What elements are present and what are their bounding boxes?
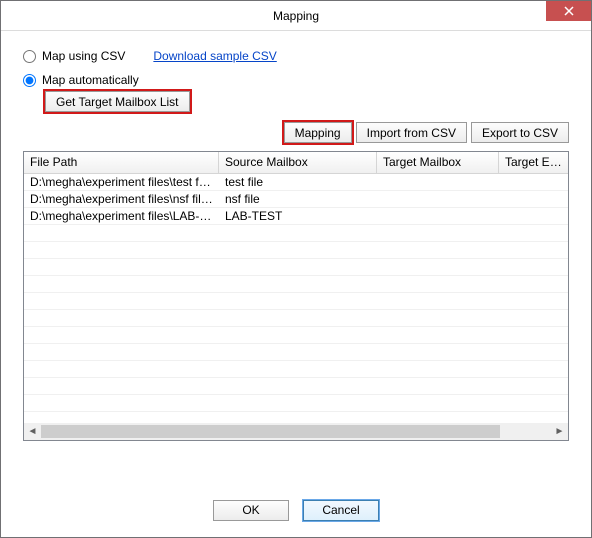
close-icon	[564, 6, 574, 16]
dialog-footer: OK Cancel	[0, 482, 592, 538]
scroll-right-icon[interactable]: ►	[551, 423, 568, 440]
map-auto-row: Map automatically	[23, 73, 569, 87]
close-button[interactable]	[546, 1, 591, 21]
cell-target-mailbox	[377, 208, 499, 225]
download-sample-link[interactable]: Download sample CSV	[153, 49, 276, 63]
titlebar: Mapping	[1, 1, 591, 31]
table-header: File Path Source Mailbox Target Mailbox …	[24, 152, 568, 174]
cell-file-path: D:\megha\experiment files\nsf file.nsf	[24, 191, 219, 208]
cell-source-mailbox: LAB-TEST	[219, 208, 377, 225]
table-body: D:\megha\experiment files\test file.nsf …	[24, 174, 568, 225]
cell-target-mailbox	[377, 191, 499, 208]
col-file-path[interactable]: File Path	[24, 152, 219, 173]
dialog-content: Map using CSV Download sample CSV Map au…	[1, 31, 591, 441]
window-title: Mapping	[273, 9, 319, 23]
import-csv-button[interactable]: Import from CSV	[356, 122, 467, 143]
mapping-button[interactable]: Mapping	[284, 122, 352, 143]
scroll-track[interactable]	[41, 423, 551, 440]
map-csv-label: Map using CSV	[42, 49, 125, 63]
horizontal-scrollbar[interactable]: ◄ ►	[24, 423, 568, 440]
cell-target-mailbox	[377, 174, 499, 191]
get-target-mailbox-button[interactable]: Get Target Mailbox List	[45, 91, 190, 112]
export-csv-button[interactable]: Export to CSV	[471, 122, 569, 143]
table-row[interactable]: D:\megha\experiment files\nsf file.nsf n…	[24, 191, 568, 208]
scroll-left-icon[interactable]: ◄	[24, 423, 41, 440]
cell-source-mailbox: nsf file	[219, 191, 377, 208]
cell-source-mailbox: test file	[219, 174, 377, 191]
table-row[interactable]: D:\megha\experiment files\LAB-TEST... LA…	[24, 208, 568, 225]
get-target-wrap: Get Target Mailbox List	[45, 91, 569, 112]
action-row: Mapping Import from CSV Export to CSV	[23, 122, 569, 143]
col-source-mailbox[interactable]: Source Mailbox	[219, 152, 377, 173]
scroll-thumb[interactable]	[41, 425, 500, 438]
map-csv-row: Map using CSV Download sample CSV	[23, 49, 569, 63]
table-row[interactable]: D:\megha\experiment files\test file.nsf …	[24, 174, 568, 191]
ok-button[interactable]: OK	[213, 500, 289, 521]
cell-file-path: D:\megha\experiment files\test file.nsf	[24, 174, 219, 191]
cell-file-path: D:\megha\experiment files\LAB-TEST...	[24, 208, 219, 225]
map-auto-radio[interactable]	[23, 74, 36, 87]
cell-target-email	[499, 174, 568, 191]
col-target-email[interactable]: Target Email	[499, 152, 568, 173]
col-target-mailbox[interactable]: Target Mailbox	[377, 152, 499, 173]
map-auto-label: Map automatically	[42, 73, 139, 87]
map-csv-radio[interactable]	[23, 50, 36, 63]
mapping-table: File Path Source Mailbox Target Mailbox …	[23, 151, 569, 441]
cell-target-email	[499, 208, 568, 225]
cell-target-email	[499, 191, 568, 208]
cancel-button[interactable]: Cancel	[303, 500, 379, 521]
